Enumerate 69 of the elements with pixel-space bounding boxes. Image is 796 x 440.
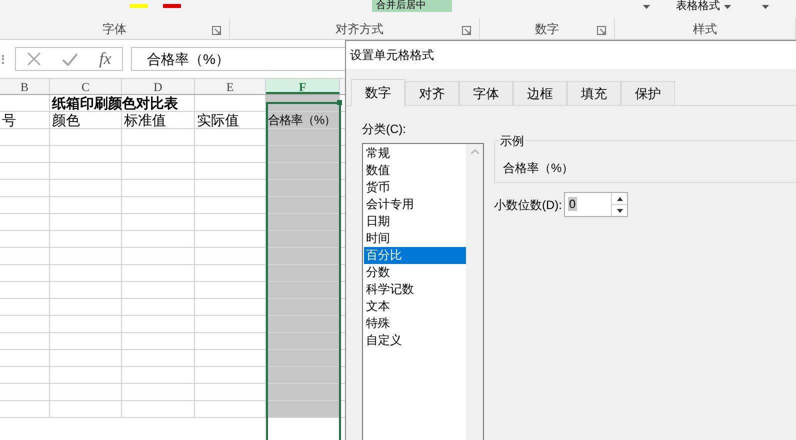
selected-cell[interactable] [266, 333, 340, 349]
dialog-tab[interactable]: 保护 [621, 81, 675, 106]
category-item[interactable]: 文本 [364, 298, 466, 315]
insert-function-button[interactable]: fx [99, 50, 112, 68]
dialog-tab[interactable]: 边框 [513, 81, 567, 106]
scrollbar[interactable] [466, 144, 483, 440]
column-header[interactable]: B [0, 79, 50, 94]
selected-cell[interactable] [266, 265, 340, 281]
close-icon[interactable] [26, 52, 41, 66]
category-item[interactable]: 数值 [364, 162, 466, 179]
dialog-tab[interactable]: 对齐 [405, 81, 459, 106]
dialog-title: 设置单元格格式 [350, 47, 434, 64]
caret-icon [724, 4, 731, 8]
up-arrow-icon [616, 196, 622, 200]
selected-cell[interactable] [266, 367, 340, 383]
table-title: 纸箱印刷颜色对比表 [52, 95, 178, 112]
category-item[interactable]: 百分比 [364, 247, 466, 264]
category-item[interactable]: 科学记数 [364, 281, 466, 298]
category-item[interactable]: 自定义 [364, 332, 466, 349]
selected-cell[interactable] [266, 299, 340, 315]
table-cell-text: 颜色 [51, 112, 81, 129]
category-item[interactable]: 日期 [364, 213, 466, 230]
table-format-button[interactable]: 表格格式 [672, 0, 735, 13]
selected-cell[interactable] [266, 316, 340, 332]
selected-cell[interactable] [266, 180, 340, 196]
check-icon[interactable] [62, 52, 78, 66]
dots-icon [2, 54, 5, 64]
ribbon-group-label: 字体 [102, 21, 128, 38]
caret-icon [643, 5, 650, 9]
selected-cell[interactable] [266, 214, 340, 230]
dialog-launcher-icon[interactable] [462, 26, 471, 35]
category-item[interactable]: 时间 [364, 230, 466, 247]
category-item[interactable]: 分数 [364, 264, 466, 281]
sample-value: 合格率（%） [503, 160, 574, 177]
down-arrow-icon [616, 208, 622, 212]
selected-cell[interactable] [266, 248, 340, 264]
decimal-label: 小数位数(D): [494, 196, 562, 214]
column-header[interactable]: C [50, 79, 122, 94]
selected-cell[interactable] [266, 384, 340, 400]
selected-cell[interactable] [266, 401, 340, 417]
category-item[interactable]: 货币 [364, 179, 466, 196]
selected-cell[interactable] [266, 350, 340, 366]
dialog-launcher-icon[interactable] [597, 26, 606, 35]
category-label: 分类(C): [362, 121, 407, 138]
fill-handle[interactable] [337, 100, 342, 105]
selected-cell[interactable] [266, 163, 340, 179]
dialog-launcher-icon[interactable] [212, 26, 221, 35]
decimal-spinner[interactable]: 0 [564, 192, 628, 217]
ribbon-group-label: 样式 [692, 21, 718, 38]
category-item[interactable]: 会计专用 [364, 196, 466, 213]
caret-icon [762, 5, 769, 9]
column-header[interactable]: F [266, 79, 340, 94]
selected-cell[interactable] [266, 146, 340, 162]
table-cell-text: 号 [1, 112, 17, 129]
dialog-tab[interactable]: 填充 [567, 81, 621, 106]
column-header[interactable]: D [122, 79, 195, 94]
dialog-tab[interactable]: 数字 [351, 79, 405, 106]
table-cell-text: 实际值 [196, 112, 240, 129]
dialog-tab[interactable]: 字体 [459, 81, 513, 106]
category-item[interactable]: 特殊 [364, 315, 466, 332]
selected-cell[interactable] [266, 282, 340, 298]
selected-cell[interactable] [266, 129, 340, 145]
category-item[interactable]: 常规 [364, 145, 466, 162]
selected-cell[interactable] [266, 231, 340, 247]
ribbon-group-label: 数字 [534, 21, 560, 38]
ribbon-group-label: 对齐方式 [334, 21, 384, 38]
table-cell-text: 标准值 [123, 112, 167, 129]
decimal-value: 0 [568, 197, 577, 211]
selected-cell[interactable] [266, 197, 340, 213]
